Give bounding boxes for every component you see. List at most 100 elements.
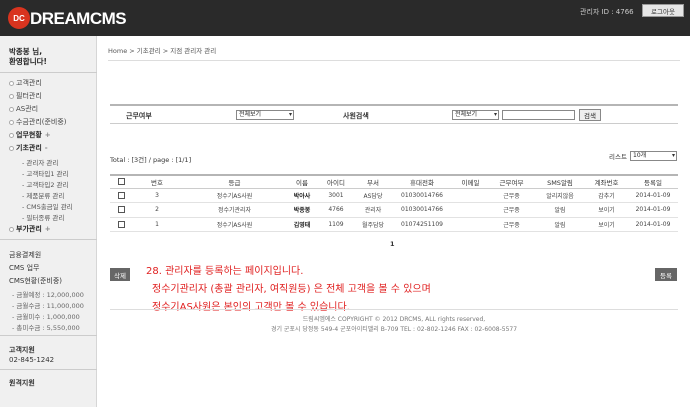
- support-phone: 02-845-1242: [9, 356, 55, 364]
- cell-account: 감추기: [585, 188, 628, 203]
- cell-grade: 정수기관리자: [182, 202, 287, 218]
- list-size-select[interactable]: 10개: [630, 151, 677, 161]
- row-select: [110, 188, 132, 203]
- submenu-admin[interactable]: 관리자 관리: [22, 157, 58, 167]
- cell-phone: 01074251109: [391, 217, 453, 232]
- filter-bar: 근무여부 전체보기 사원검색 전체보기 검색: [110, 104, 678, 124]
- col-sms[interactable]: SMS알림: [535, 174, 585, 189]
- collapse-icon: -: [44, 144, 48, 152]
- cell-reg-date: 2014-01-09: [628, 202, 678, 218]
- delete-button[interactable]: 삭제: [110, 268, 130, 281]
- row-select: [110, 202, 132, 218]
- cell-phone: 01030014766: [391, 188, 453, 203]
- menu-as[interactable]: AS관리: [9, 104, 38, 114]
- search-button[interactable]: 검색: [579, 109, 601, 121]
- expand-icon: +: [44, 225, 51, 233]
- cell-id: 4766: [317, 202, 355, 218]
- annotation-line-1: 28. 관리자를 등록하는 페이지입니다.: [146, 266, 304, 277]
- welcome-message: 박종봉 님, 환영합니다!: [9, 47, 47, 66]
- cell-name[interactable]: 박종봉: [287, 202, 317, 218]
- cell-number: 1: [132, 217, 182, 232]
- col-number[interactable]: 번호: [132, 174, 182, 189]
- submenu-product-cat[interactable]: 제품분류 관리: [22, 190, 64, 200]
- menu-filter[interactable]: 필터관리: [9, 91, 42, 101]
- submenu-cust-type2[interactable]: 고객타입2 관리: [22, 179, 68, 189]
- menu-status[interactable]: 업무현황 +: [9, 130, 51, 140]
- cell-id: 3001: [317, 188, 355, 203]
- cell-account: 보이기: [585, 202, 628, 218]
- menu-customer[interactable]: 고객관리: [9, 78, 42, 88]
- divider: [0, 369, 97, 370]
- cell-work-status: 근무중: [488, 217, 535, 232]
- col-email[interactable]: 이메일: [453, 174, 488, 189]
- col-phone[interactable]: 휴대전화: [391, 174, 453, 189]
- stat-uncollected: 금월미수 : 1,000,000: [12, 311, 79, 321]
- submenu-filter-type[interactable]: 필터종류 관리: [22, 212, 64, 222]
- col-account[interactable]: 계좌번호: [585, 174, 628, 189]
- cell-number: 3: [132, 188, 182, 203]
- col-grade[interactable]: 등급: [182, 174, 287, 189]
- cell-email: [453, 188, 488, 203]
- bullet-icon: [9, 133, 14, 138]
- cell-email: [453, 202, 488, 218]
- cell-id: 1109: [317, 217, 355, 232]
- page-number[interactable]: 1: [390, 240, 395, 248]
- footer-address: 경기 군포시 당정동 549-4 군포아이티밸리 B-709 TEL : 02-…: [270, 326, 518, 333]
- col-id[interactable]: 아이디: [317, 174, 355, 189]
- row-checkbox[interactable]: [117, 191, 125, 199]
- staff-search-select[interactable]: 전체보기: [452, 110, 499, 120]
- cell-name[interactable]: 김영태: [287, 217, 317, 232]
- divider: [0, 239, 97, 240]
- menu-basic[interactable]: 기초관리 -: [9, 143, 48, 153]
- cms-status-link[interactable]: CMS현황(준비중): [9, 276, 62, 286]
- stat-planned: 금월예정 : 12,000,000: [12, 289, 83, 299]
- bullet-icon: [9, 94, 14, 99]
- register-button[interactable]: 등록: [655, 268, 677, 281]
- select-all-header: [110, 174, 132, 189]
- col-work-status[interactable]: 근무여부: [488, 174, 535, 189]
- cms-work-link[interactable]: CMS 업무: [9, 263, 39, 273]
- cell-work-status: 근무중: [488, 202, 535, 218]
- cell-number: 2: [132, 202, 182, 218]
- bullet-icon: [9, 120, 14, 125]
- annotation-line-2: 정수기관리자 (총괄 관리자, 여직원등) 은 전체 고객을 볼 수 있으며: [152, 284, 431, 295]
- cell-dept: 월주담당: [355, 217, 391, 232]
- row-checkbox[interactable]: [117, 206, 125, 214]
- cell-dept: AS담당: [355, 188, 391, 203]
- sidebar: 박종봉 님, 환영합니다! 고객관리 필터관리 AS관리 수금관리(준비중) 업…: [0, 36, 97, 407]
- cell-name[interactable]: 박아사: [287, 188, 317, 203]
- search-input[interactable]: [502, 110, 575, 120]
- cell-reg-date: 2014-01-09: [628, 217, 678, 232]
- logout-button[interactable]: 로그아웃: [642, 4, 684, 17]
- cell-sms: 알림: [535, 217, 585, 232]
- table-row[interactable]: 3 정수기AS사원 박아사 3001 AS담당 01030014766 근무중 …: [110, 188, 678, 203]
- row-select: [110, 217, 132, 232]
- logo-text[interactable]: DREAMCMS: [30, 9, 127, 29]
- support-title: 고객지원: [9, 346, 35, 354]
- work-status-select[interactable]: 전체보기: [236, 110, 294, 120]
- bullet-icon: [9, 107, 14, 112]
- col-reg-date[interactable]: 등록일: [628, 174, 678, 189]
- menu-collection[interactable]: 수금관리(준비중): [9, 117, 67, 127]
- cell-sms: 알리지않음: [535, 188, 585, 203]
- table-row[interactable]: 2 정수기관리자 박종봉 4766 관리자 01030014766 근무중 알림…: [110, 202, 678, 218]
- submenu-cms-date[interactable]: CMS출금일 관리: [22, 201, 72, 211]
- remote-support-link[interactable]: 원격지원: [9, 378, 35, 388]
- cell-work-status: 근무중: [488, 188, 535, 203]
- footer-copyright: 드림씨엠에스 COPYRIGHT © 2012 DRCMS, ALL right…: [302, 316, 486, 323]
- table-row[interactable]: 1 정수기AS사원 김영태 1109 월주담당 01074251109 근무중 …: [110, 217, 678, 232]
- cell-account: 보이기: [585, 217, 628, 232]
- stat-collected: 금월수금 : 11,000,000: [12, 300, 83, 310]
- col-dept[interactable]: 부서: [355, 174, 391, 189]
- bullet-icon: [9, 227, 14, 232]
- menu-extra[interactable]: 부가관리 +: [9, 224, 51, 234]
- logo-icon: DC: [8, 7, 30, 29]
- col-name[interactable]: 이름: [287, 174, 317, 189]
- annotation-line-3: 정수기AS사원은 본인의 고객만 볼 수 있습니다.: [152, 302, 350, 313]
- breadcrumb: Home > 기초관리 > 지점 관리자 관리: [108, 47, 217, 55]
- cell-grade: 정수기AS사원: [182, 188, 287, 203]
- submenu-cust-type1[interactable]: 고객타입1 관리: [22, 168, 68, 178]
- expand-icon: +: [44, 131, 51, 139]
- select-all-checkbox[interactable]: [117, 178, 125, 186]
- row-checkbox[interactable]: [117, 220, 125, 228]
